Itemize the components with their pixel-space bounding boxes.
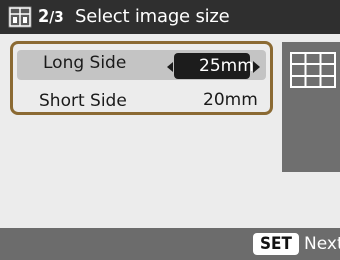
page-total: /3 <box>49 8 64 26</box>
layout-grid-icon <box>290 52 336 88</box>
page-title: Select image size <box>75 6 230 27</box>
short-side-label[interactable]: Short Side <box>39 91 127 111</box>
long-side-label[interactable]: Long Side <box>43 53 126 73</box>
increase-arrow-icon[interactable] <box>253 61 260 73</box>
long-side-value: 25mm <box>199 56 254 76</box>
short-side-value[interactable]: 20mm <box>203 89 258 111</box>
page-current: 2 <box>38 6 50 27</box>
page-indicator: 2/3 <box>38 4 64 30</box>
title-bar: 2/3 Select image size <box>0 0 340 34</box>
camera-screen: 2/3 Select image size Long Side Short Si… <box>0 0 340 260</box>
photo-grid-icon <box>8 6 32 28</box>
next-label: Next <box>304 234 340 254</box>
decrease-arrow-icon[interactable] <box>167 62 173 72</box>
set-button[interactable]: SET <box>253 233 299 255</box>
